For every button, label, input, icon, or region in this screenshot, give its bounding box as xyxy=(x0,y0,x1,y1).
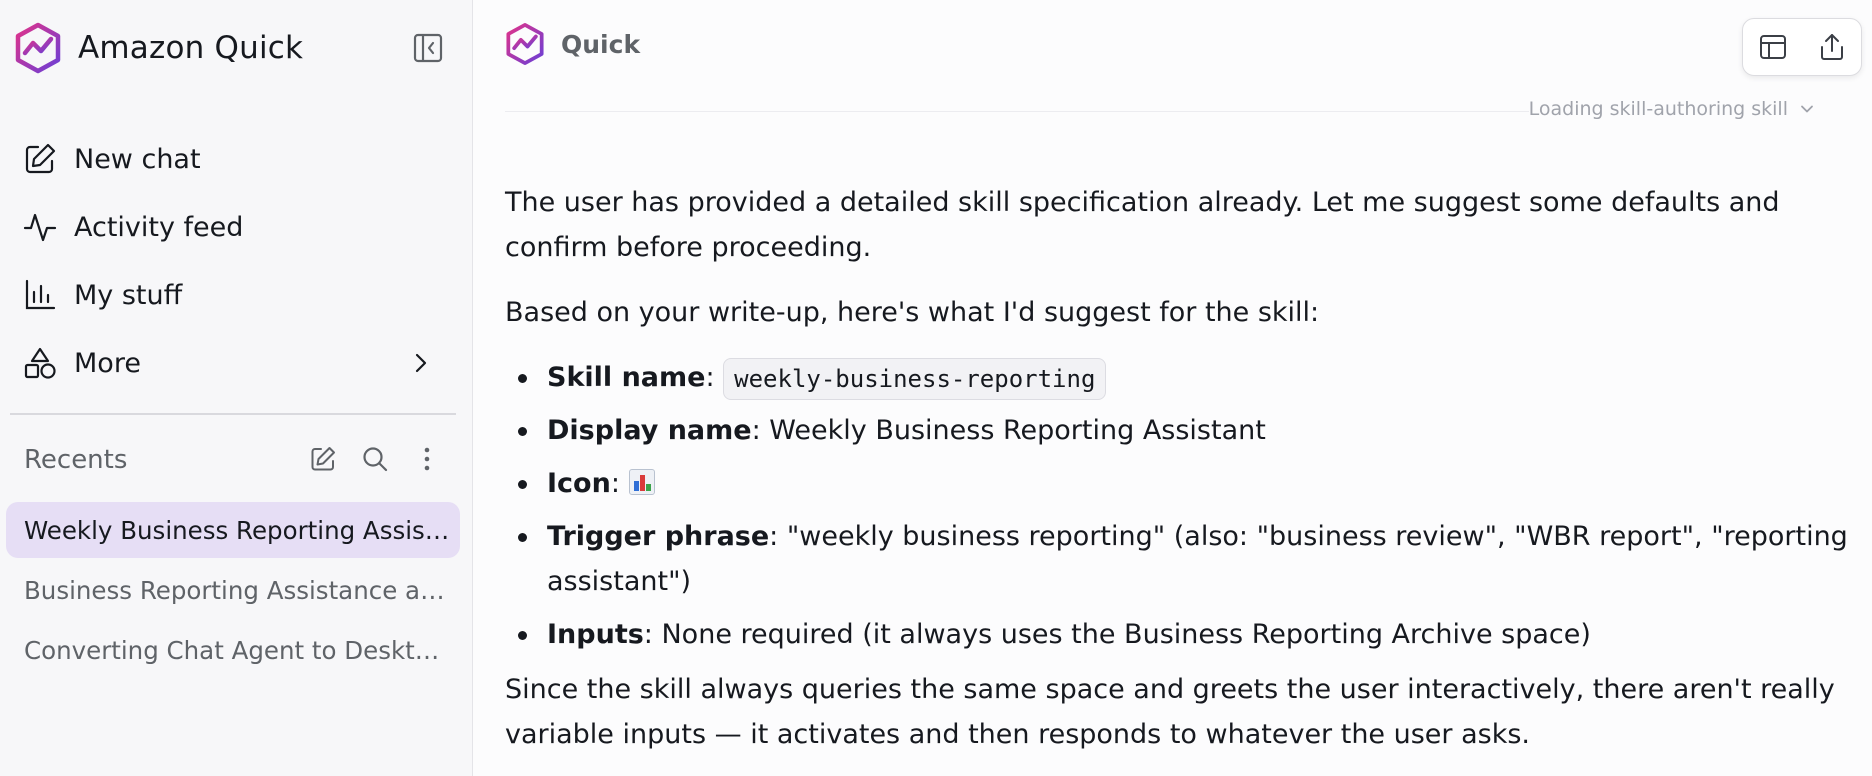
chat-title: Quick xyxy=(561,29,641,59)
share-button[interactable] xyxy=(1814,29,1850,65)
sidebar-item-more[interactable]: More xyxy=(0,329,473,397)
item-sep: : xyxy=(751,415,770,446)
sidebar: Amazon Quick New chat Activity feed My s… xyxy=(0,0,473,776)
quick-logo-icon xyxy=(506,22,544,66)
share-icon xyxy=(1820,34,1843,60)
loading-status-toggle[interactable]: Loading skill-authoring skill xyxy=(1529,98,1816,120)
recents-label: Recents xyxy=(24,445,128,475)
item-value: None required (it always uses the Busine… xyxy=(661,619,1591,650)
chevron-right-icon xyxy=(415,353,427,373)
recent-item-label: Business Reporting Assistance and Analys… xyxy=(24,575,454,605)
item-sep: : xyxy=(769,521,787,552)
edit-icon xyxy=(311,447,335,471)
recent-item-label: Weekly Business Reporting Assistant xyxy=(24,515,454,545)
sidebar-nav: New chat Activity feed My stuff More xyxy=(0,125,473,397)
open-window-button[interactable] xyxy=(1755,29,1791,65)
recents-actions xyxy=(306,442,444,476)
item-label: Skill name xyxy=(547,362,706,393)
bar-chart-icon xyxy=(22,277,58,313)
sidebar-item-label: Activity feed xyxy=(74,211,244,243)
chat-main: Quick Loading skill-authoring skill The … xyxy=(473,0,1872,776)
sidebar-item-label: My stuff xyxy=(74,279,183,311)
brand-name: Amazon Quick xyxy=(78,30,304,66)
item-label: Icon xyxy=(547,468,611,499)
shapes-icon xyxy=(22,345,58,381)
header-actions xyxy=(1742,18,1862,76)
message-paragraph: The user has provided a detailed skill s… xyxy=(505,187,1780,263)
search-recents-button[interactable] xyxy=(358,442,392,476)
item-value: Weekly Business Reporting Assistant xyxy=(769,415,1266,446)
bar-chart-emoji-icon xyxy=(628,469,655,495)
item-sep: : xyxy=(705,362,724,393)
skill-name-code: weekly-business-reporting xyxy=(723,357,1107,400)
list-item: Inputs: None required (it always uses th… xyxy=(505,612,1872,657)
recent-item[interactable]: Converting Chat Agent to Desktop App xyxy=(6,622,460,678)
more-vertical-icon xyxy=(424,447,430,471)
chevron-down-icon xyxy=(1801,105,1813,113)
recent-item[interactable]: Business Reporting Assistance and Analys… xyxy=(6,562,460,618)
message-paragraph: Since the skill always queries the same … xyxy=(505,674,1835,750)
list-item: Icon: xyxy=(505,461,1872,506)
recent-item-active[interactable]: Weekly Business Reporting Assistant xyxy=(6,502,460,558)
message-paragraph: Based on your write-up, here's what I'd … xyxy=(505,297,1320,328)
sidebar-collapse-icon xyxy=(413,33,443,63)
sidebar-item-activity-feed[interactable]: Activity feed xyxy=(0,193,473,261)
browser-window-icon xyxy=(1759,35,1786,59)
sidebar-item-new-chat[interactable]: New chat xyxy=(0,125,473,193)
assistant-message: The user has provided a detailed skill s… xyxy=(505,180,1872,776)
collapse-sidebar-button[interactable] xyxy=(410,30,446,66)
search-icon xyxy=(363,447,388,472)
activity-icon xyxy=(22,209,58,245)
recents-header: Recents xyxy=(24,440,444,480)
recents-list: Weekly Business Reporting Assistant Busi… xyxy=(6,502,460,682)
brand[interactable]: Amazon Quick xyxy=(14,22,303,74)
sidebar-item-label: More xyxy=(74,347,141,379)
item-label: Inputs xyxy=(547,619,644,650)
item-label: Trigger phrase xyxy=(547,521,770,552)
item-sep: : xyxy=(643,619,662,650)
chat-header: Quick xyxy=(505,22,640,66)
app-window: Amazon Quick New chat Activity feed My s… xyxy=(0,0,1872,776)
recent-item-label: Converting Chat Agent to Desktop App xyxy=(24,635,454,665)
sidebar-divider xyxy=(10,413,456,415)
new-chat-button[interactable] xyxy=(306,442,340,476)
item-sep: : xyxy=(610,468,629,499)
edit-icon xyxy=(22,141,58,177)
loading-status-text: Loading skill-authoring skill xyxy=(1528,98,1788,120)
sidebar-item-label: New chat xyxy=(74,143,201,175)
recents-more-button[interactable] xyxy=(410,442,444,476)
item-label: Display name xyxy=(547,415,752,446)
list-item: Skill name: weekly-business-reporting xyxy=(505,355,1872,400)
sidebar-item-my-stuff[interactable]: My stuff xyxy=(0,261,473,329)
header-divider xyxy=(505,111,1529,112)
skill-defaults-list: Skill name: weekly-business-reporting Di… xyxy=(505,355,1872,657)
list-item: Trigger phrase: "weekly business reporti… xyxy=(505,514,1872,604)
amazon-quick-logo-icon xyxy=(15,22,61,74)
list-item: Display name: Weekly Business Reporting … xyxy=(505,408,1872,453)
